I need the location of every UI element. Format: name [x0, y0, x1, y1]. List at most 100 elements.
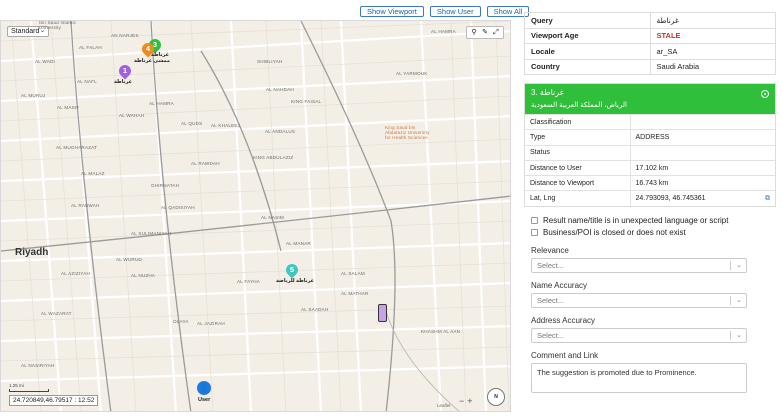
map-pin-1-label: غرناطة [114, 79, 133, 85]
meta-row-country: Country Saudi Arabia [524, 58, 776, 75]
chevron-down-icon: ⌄ [736, 297, 742, 305]
relevance-select[interactable]: Select... ⌄ [531, 258, 747, 274]
meta-row-viewport-age: Viewport Age STALE [524, 27, 776, 44]
map-tools: ⚲ ✎ ⤢ [466, 26, 504, 39]
checkbox-unexpected-language[interactable]: Result name/title is in unexpected langu… [531, 214, 776, 226]
compass-icon[interactable]: N [487, 388, 505, 406]
district-label: AL ANDALUS [265, 129, 296, 134]
map-pin-5-label: غرناطة للرياضة [276, 278, 315, 284]
detail-row: Distance to Viewport 16.743 km [525, 175, 775, 191]
district-label: KHASHM AL AAN [421, 329, 461, 334]
district-label: AL NASIM [261, 215, 284, 220]
checkbox-closed-business[interactable]: Business/POI is closed or does not exist [531, 226, 776, 238]
name-accuracy-select[interactable]: Select... ⌄ [531, 293, 747, 309]
district-label: AL NAFL [77, 79, 97, 84]
app-root: Show Viewport Show User Show All Standar… [0, 0, 782, 417]
district-label: AL MUGHARAZAT [56, 145, 98, 150]
show-viewport-button[interactable]: Show Viewport [360, 6, 424, 17]
university-label: Ibn Saud Islamic University [39, 20, 77, 30]
district-label: OLAYA [173, 319, 189, 324]
checkbox-icon[interactable] [531, 228, 538, 236]
result-card: 3. غرناطة الرياض، المملكة العربية السعود… [524, 83, 776, 208]
show-all-button[interactable]: Show All [486, 6, 530, 17]
district-label: AL QADISIYAH [161, 205, 195, 210]
result-subtitle: الرياض، المملكة العربية السعودية [531, 102, 627, 109]
map-toolbar: Show Viewport Show User Show All [360, 6, 530, 17]
district-label: AL WAZARAT [41, 311, 72, 316]
show-user-button[interactable]: Show User [429, 6, 481, 17]
district-label: AL WURUD [116, 257, 142, 262]
zoom-in-icon[interactable]: + [467, 396, 472, 406]
leaflet-attribution[interactable]: Leaflet [437, 403, 451, 408]
edit-tool-icon[interactable]: ✎ [480, 28, 490, 37]
district-label: GHIRNATAH [151, 183, 180, 188]
pin-tool-icon[interactable]: ⚲ [469, 28, 479, 37]
query-meta-table: Query غرناطة Viewport Age STALE Locale ar_S… [524, 12, 776, 75]
result-card-header[interactable]: 3. غرناطة الرياض، المملكة العربية السعود… [525, 84, 775, 114]
district-label: AL MASIF [57, 105, 80, 110]
map-pin-1[interactable]: 1 [116, 62, 134, 80]
chevron-down-icon: ⌄ [736, 262, 742, 270]
district-label: AL FALAH [79, 45, 102, 50]
zoom-out-icon[interactable]: − [459, 396, 464, 406]
district-label: AL JAZIRAH [197, 321, 225, 326]
district-label: AL AZIZIYAH [61, 271, 91, 276]
district-label: KING ABDULAZIZ [253, 155, 294, 160]
relevance-field: Relevance Select... ⌄ [524, 246, 776, 274]
detail-row: Classification [525, 113, 775, 130]
district-label: AL SULIMANIYAH [131, 231, 172, 236]
address-accuracy-select[interactable]: Select... ⌄ [531, 328, 747, 344]
district-label: AL RABWAH [71, 203, 100, 208]
detail-row: Distance to User 17.102 km [525, 159, 775, 176]
district-label: AL YARMOUK [396, 71, 428, 76]
district-label: AL MANAR [286, 241, 311, 246]
map-pin-4[interactable]: 4 [139, 40, 157, 58]
district-label: AN NARJES [111, 33, 139, 38]
review-panel: Query غرناطة Viewport Age STALE Locale ar_S… [524, 12, 776, 394]
district-label: SHIBLIYAH [257, 59, 283, 64]
district-label: AL KHALEEJ [211, 123, 241, 128]
district-label: AL QUDS [181, 121, 203, 126]
detail-row: Status [525, 144, 775, 161]
viewport-phone-icon[interactable] [378, 304, 387, 322]
coordinates-readout: 24.720849,46.79517 : 12.52 [9, 395, 99, 406]
checkbox-icon[interactable] [531, 216, 538, 224]
district-label: AL MATHAR [341, 291, 369, 296]
result-details-table: Classification Type ADDRESS Status Distan… [525, 113, 775, 207]
result-select-radio[interactable] [761, 90, 769, 98]
zoom-controls: − + [459, 396, 473, 406]
district-label: KING FAISAL [291, 99, 322, 104]
city-label: Riyadh [15, 247, 49, 258]
user-label: User [198, 397, 211, 403]
district-label: AL WADI [35, 59, 55, 64]
district-label: AL FAYHA [237, 279, 261, 284]
district-label: AL HAMRA [149, 101, 174, 106]
district-label: AL NUZHA [131, 273, 156, 278]
meta-row-locale: Locale ar_SA [524, 43, 776, 60]
result-title: 3. غرناطة [531, 88, 564, 97]
copy-icon[interactable]: ⧉ [765, 195, 770, 203]
comment-field: Comment and Link The suggestion is promo… [524, 351, 776, 394]
map-pin-4-label: ممشى غرناطة [134, 58, 171, 64]
district-label: AL WAHAH [119, 113, 145, 118]
chevron-down-icon: ⌄ [736, 332, 742, 340]
district-label: AL NAHDAH [266, 87, 294, 92]
district-label: AL NASIRIYAH [21, 363, 55, 368]
user-location-icon[interactable]: 👤 [197, 381, 211, 395]
detail-row: Lat, Lng 24.793093, 46.745361 ⧉ [525, 190, 775, 207]
district-label: AL MALAZ [81, 171, 105, 176]
map-pin-5[interactable]: 5 [283, 261, 301, 279]
district-label: AL RAWDAH [191, 161, 220, 166]
fullscreen-icon[interactable]: ⤢ [491, 28, 501, 37]
address-accuracy-field: Address Accuracy Select... ⌄ [524, 316, 776, 344]
poi-label: King Saud bin Abdulaziz University for H… [385, 125, 430, 140]
detail-row: Type ADDRESS [525, 129, 775, 146]
name-accuracy-field: Name Accuracy Select... ⌄ [524, 281, 776, 309]
map-view[interactable]: Standard ⌄ ⚲ ✎ ⤢ Riyadh Ibn Saud Islamic … [0, 20, 511, 412]
district-label: AL SAADAH [301, 307, 329, 312]
status-badge: STALE [649, 27, 776, 44]
comment-textarea[interactable]: The suggestion is promoted due to Promin… [531, 363, 747, 394]
district-label: AL MURUJ [21, 93, 46, 98]
meta-row-query: Query غرناطة [524, 12, 776, 29]
issue-checkboxes: Result name/title is in unexpected langu… [524, 214, 776, 238]
